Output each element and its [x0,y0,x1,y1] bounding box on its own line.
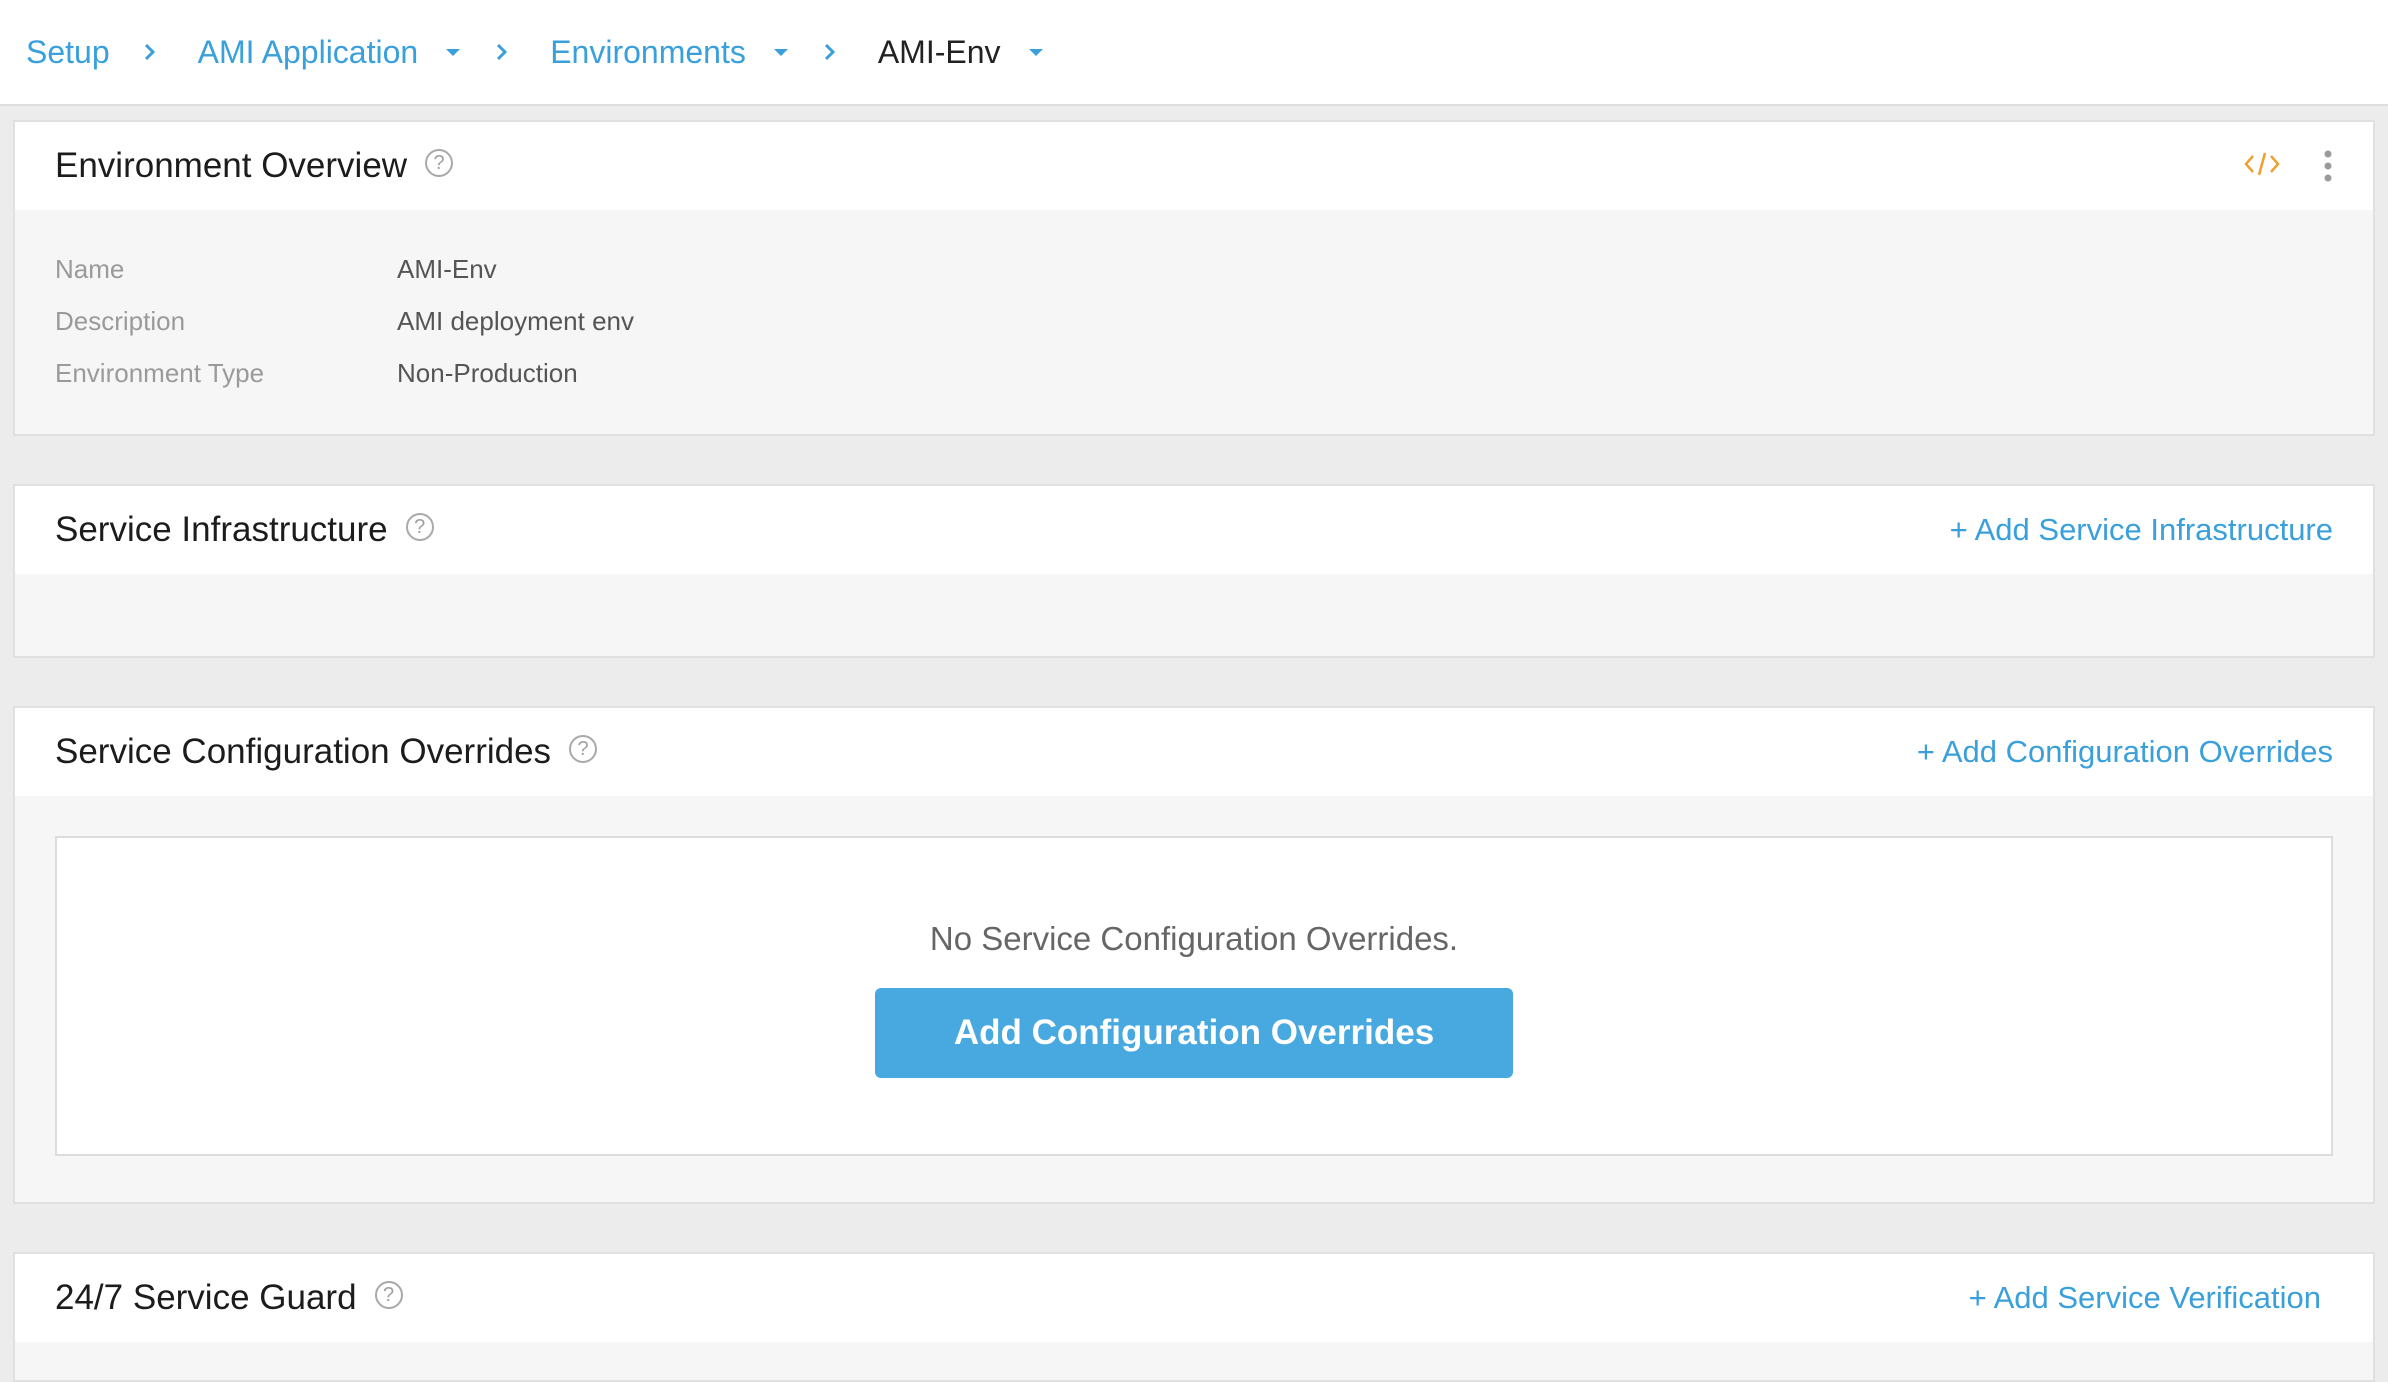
breadcrumb-setup[interactable]: Setup [26,34,110,71]
panel-header: Service Configuration Overrides ? + Add … [15,708,2373,796]
help-icon[interactable]: ? [405,513,434,541]
panel-header: Service Infrastructure ? + Add Service I… [15,486,2373,574]
panel-header: 24/7 Service Guard ? + Add Service Verif… [15,1254,2373,1342]
environment-overview-panel: Environment Overview ? Name AMI-Env Desc… [13,120,2375,436]
breadcrumb-current: AMI-Env [877,33,1001,70]
help-icon[interactable]: ? [425,149,454,177]
field-value-environment-type: Non-Production [397,358,578,388]
empty-state: No Service Configuration Overrides. Add … [55,836,2333,1156]
panel-header: Environment Overview ? [15,122,2373,210]
panel-title: Service Infrastructure [55,510,388,549]
breadcrumb-environments-group: Environments [550,34,790,71]
caret-down-icon[interactable] [772,46,790,58]
breadcrumb-application[interactable]: AMI Application [198,34,419,71]
more-options-icon[interactable] [2323,150,2333,182]
service-configuration-overrides-panel: Service Configuration Overrides ? + Add … [13,706,2375,1204]
caret-down-icon[interactable] [1027,46,1045,58]
add-configuration-overrides-link[interactable]: + Add Configuration Overrides [1917,734,2333,770]
add-service-verification-link[interactable]: + Add Service Verification [1969,1280,2321,1316]
help-icon[interactable]: ? [569,735,598,763]
field-value-description: AMI deployment env [397,306,635,336]
panel-title: 24/7 Service Guard [55,1278,357,1317]
caret-down-icon[interactable] [444,46,462,58]
breadcrumb-application-group: AMI Application [198,34,463,71]
chevron-right-icon [824,43,835,61]
panel-title: Service Configuration Overrides [55,732,552,771]
chevron-right-icon [497,43,508,61]
breadcrumb-current-group: AMI-Env [878,34,1045,71]
breadcrumb: Setup AMI Application Environments AMI-E… [0,0,2388,106]
field-label-environment-type: Environment Type [55,358,265,388]
breadcrumb-environments[interactable]: Environments [550,34,746,71]
service-infrastructure-panel: Service Infrastructure ? + Add Service I… [13,484,2375,658]
field-label-description: Description [55,306,186,336]
chevron-right-icon [144,43,155,61]
add-configuration-overrides-button[interactable]: Add Configuration Overrides [875,988,1513,1078]
code-icon[interactable] [2243,150,2281,178]
empty-state-message: No Service Configuration Overrides. [929,920,1459,957]
service-guard-panel: 24/7 Service Guard ? + Add Service Verif… [13,1252,2375,1382]
field-label-name: Name [55,254,125,284]
panel-title: Environment Overview [55,146,408,185]
help-icon[interactable]: ? [374,1281,403,1309]
add-service-infrastructure-link[interactable]: + Add Service Infrastructure [1950,512,2333,548]
field-value-name: AMI-Env [397,254,497,284]
